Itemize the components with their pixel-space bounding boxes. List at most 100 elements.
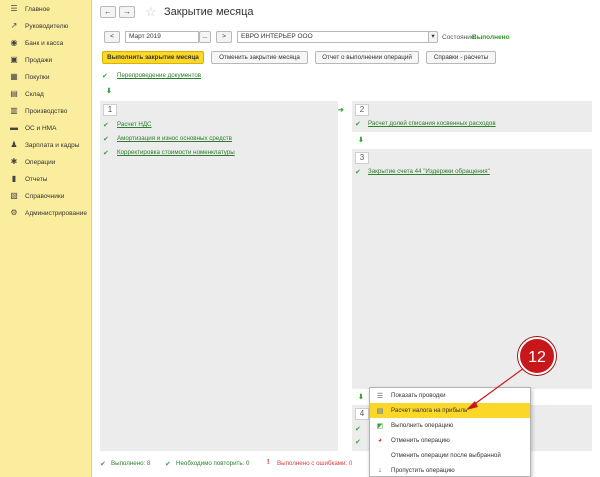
check-icon: ✔ <box>355 439 361 446</box>
check-icon: ✔ <box>355 169 361 176</box>
vat-calculation-link[interactable]: Расчет НДС <box>117 121 152 128</box>
state-value: Выполнено <box>472 34 510 41</box>
sidebar-item-main[interactable]: ☰ Главное <box>0 2 92 16</box>
sidebar-item-references[interactable]: ▧ Справочники <box>0 189 92 203</box>
menu-item-cancel-after[interactable]: Отменить операции после выбранной <box>370 448 530 463</box>
check-icon: ✔ <box>165 461 171 468</box>
books-icon: ▧ <box>10 191 18 200</box>
sidebar-item-label: Отчеты <box>25 175 48 183</box>
menu-item-label: Отменить операции после выбранной <box>391 452 501 459</box>
check-icon: ✔ <box>355 121 361 128</box>
sidebar-item-purchases[interactable]: ▦ Покупки <box>0 70 92 84</box>
chart-trend-icon: ↗ <box>10 21 18 30</box>
callout-badge: 12 <box>518 337 556 375</box>
star-icon[interactable]: ☆ <box>145 4 157 20</box>
sidebar-item-label: Руководителю <box>25 22 69 30</box>
menu-item-spacer <box>376 452 384 460</box>
organization-dropdown[interactable]: ▾ <box>428 31 438 43</box>
check-icon: ✔ <box>355 426 361 433</box>
postings-icon: ☰ <box>376 392 384 400</box>
sidebar-item-salary[interactable]: ♟ Зарплата и кадры <box>0 138 92 152</box>
execute-icon: ◩ <box>376 422 384 430</box>
depreciation-link[interactable]: Амортизация и износ основных средств <box>117 135 232 142</box>
sidebar-item-label: Производство <box>25 107 68 115</box>
sidebar-item-label: Продажи <box>25 56 53 64</box>
error-icon: ! <box>267 459 270 466</box>
menu-item-show-postings[interactable]: ☰ Показать проводки <box>370 388 530 403</box>
menu-item-skip[interactable]: ↓ Пропустить операцию <box>370 463 530 477</box>
status-done: Выполнено: 8 <box>111 460 151 467</box>
cancel-close-month-button[interactable]: Отменить закрытие месяца <box>211 51 308 64</box>
panel-number: 1 <box>103 104 117 116</box>
context-menu: ☰ Показать проводки ▤ Расчет налога на п… <box>369 387 531 477</box>
panel-number: 2 <box>355 104 369 116</box>
forward-icon: → <box>123 7 131 16</box>
back-button[interactable]: ← <box>100 6 116 18</box>
next-period-button[interactable]: > <box>216 31 232 43</box>
sidebar-item-production[interactable]: ▥ Производство <box>0 104 92 118</box>
page-title: Закрытие месяца <box>164 6 254 18</box>
menu-item-label: Выполнить операцию <box>391 422 454 429</box>
operations-report-button[interactable]: Отчет о выполнении операций <box>315 51 419 64</box>
warehouse-icon: ▤ <box>10 89 18 98</box>
operations-icon: ✱ <box>10 157 18 166</box>
cart-sales-icon: ▣ <box>10 55 18 64</box>
menu-item-label: Пропустить операцию <box>391 467 455 474</box>
reposting-link[interactable]: Перепроведение документов <box>117 72 201 79</box>
sidebar-item-label: Банк и касса <box>25 39 64 47</box>
sidebar-item-manager[interactable]: ↗ Руководителю <box>0 19 92 33</box>
close-account-44-link[interactable]: Закрытие счета 44 "Издержки обращения" <box>368 168 490 175</box>
calculations-help-button[interactable]: Справки - расчеты <box>426 51 496 64</box>
sidebar-item-admin[interactable]: ⚙ Администрирование <box>0 206 92 220</box>
prev-period-button[interactable]: < <box>104 31 120 43</box>
period-picker-button[interactable]: ... <box>199 31 211 43</box>
indirect-costs-link[interactable]: Расчет долей списания косвенных расходов <box>368 120 496 127</box>
menu-icon: ☰ <box>10 4 18 13</box>
sidebar-item-sales[interactable]: ▣ Продажи <box>0 53 92 67</box>
status-errors: Выполнено с ошибками: 0 <box>277 460 353 467</box>
menu-item-label: Показать проводки <box>391 392 446 399</box>
back-icon: ← <box>104 7 112 16</box>
sidebar-item-warehouse[interactable]: ▤ Склад <box>0 87 92 101</box>
truck-icon: ▬ <box>10 123 18 132</box>
sidebar-item-bank[interactable]: ◉ Банк и касса <box>0 36 92 50</box>
panel-step-1: 1 ✔ Расчет НДС ✔ Амортизация и износ осн… <box>100 101 338 451</box>
sidebar-item-label: ОС и НМА <box>25 124 57 132</box>
cart-purchase-icon: ▦ <box>10 72 18 81</box>
panel-number: 4 <box>355 408 369 420</box>
sidebar-item-reports[interactable]: ▮ Отчеты <box>0 172 92 186</box>
sidebar-item-label: Зарплата и кадры <box>25 141 80 149</box>
check-icon: ✔ <box>100 461 106 468</box>
calculate-icon: ▤ <box>376 407 384 415</box>
arrow-down-icon: ⬇ <box>358 394 364 401</box>
cost-adjustment-link[interactable]: Корректировка стоимости номенклатуры <box>117 149 235 156</box>
skip-icon: ↓ <box>378 467 382 474</box>
organization-field[interactable]: ЕВРО ИНТЕРЬЕР ООО <box>237 31 429 43</box>
sidebar-item-label: Покупки <box>25 73 50 81</box>
check-icon: ✔ <box>103 122 109 129</box>
people-icon: ♟ <box>10 140 18 149</box>
menu-item-cancel-operation[interactable]: ◕ Отменить операцию <box>370 433 530 448</box>
period-field[interactable]: Март 2019 <box>125 31 199 43</box>
gear-icon: ⚙ <box>10 208 18 217</box>
menu-item-label: Расчет налога на прибыль <box>391 407 468 414</box>
menu-item-label: Отменить операцию <box>391 437 450 444</box>
menu-item-profit-tax[interactable]: ▤ Расчет налога на прибыль <box>370 403 530 418</box>
run-close-month-button[interactable]: Выполнить закрытие месяца <box>102 51 204 64</box>
check-icon: ✔ <box>103 136 109 143</box>
sidebar-item-label: Справочники <box>25 192 65 200</box>
chevron-down-icon: ▾ <box>431 33 435 40</box>
forward-button[interactable]: → <box>119 6 135 18</box>
arrow-down-icon: ⬇ <box>358 137 364 144</box>
sidebar-item-operations[interactable]: ✱ Операции <box>0 155 92 169</box>
sidebar: ☰ Главное ↗ Руководителю ◉ Банк и касса … <box>0 0 92 477</box>
status-repeat: Необходимо повторить: 0 <box>176 460 250 467</box>
bank-icon: ◉ <box>10 38 18 47</box>
check-icon: ✔ <box>102 73 108 80</box>
menu-item-execute[interactable]: ◩ Выполнить операцию <box>370 418 530 433</box>
sidebar-item-label: Склад <box>25 90 44 98</box>
panel-step-2: 2 ✔ Расчет долей списания косвенных расх… <box>352 101 592 132</box>
sidebar-item-assets[interactable]: ▬ ОС и НМА <box>0 121 92 135</box>
arrow-down-icon: ⬇ <box>106 88 112 95</box>
cancel-op-icon: ◕ <box>377 437 383 444</box>
